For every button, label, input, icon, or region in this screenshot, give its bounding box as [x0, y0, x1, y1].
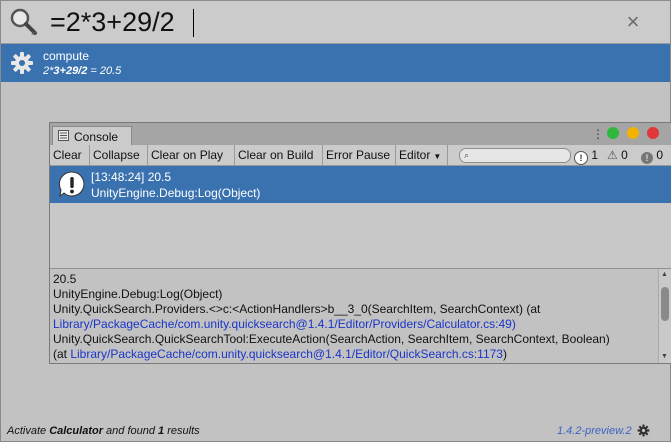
info-message-icon [58, 171, 85, 198]
search-result-item[interactable]: compute 2*3+29/2 = 20.5 [1, 44, 670, 82]
stack-trace-panel: 20.5 UnityEngine.Debug:Log(Object) Unity… [50, 269, 656, 363]
console-list-icon [58, 130, 69, 141]
info-count-toggle[interactable]: ! 1 [574, 145, 598, 165]
warning-count-toggle[interactable]: ⚠ 0 [607, 145, 628, 165]
console-tab-strip: Console ⋮ [50, 123, 671, 146]
collapse-button[interactable]: Collapse [90, 145, 148, 165]
maximize-dot-icon[interactable] [607, 127, 619, 139]
log-entry-message: [13:48:24] 20.5 [91, 170, 172, 184]
warning-count: 0 [621, 148, 628, 162]
console-window: Console ⋮ Clear Collapse Clear on Play C… [49, 122, 671, 364]
status-provider: Calculator [49, 425, 103, 437]
clear-search-button[interactable]: × [623, 11, 643, 33]
log-entry[interactable]: [13:48:24] 20.5 UnityEngine.Debug:Log(Ob… [50, 166, 671, 203]
detail-suffix: ) [502, 347, 507, 361]
detail-line: (at Library/PackageCache/com.unity.quick… [53, 347, 507, 361]
console-tab-label: Console [74, 130, 119, 144]
desc-prefix: 2* [43, 65, 54, 77]
status-text: Activate Calculator and found 1 results [7, 425, 200, 437]
console-toolbar: Clear Collapse Clear on Play Clear on Bu… [50, 145, 671, 166]
settings-gear-icon[interactable] [637, 424, 650, 437]
result-title: compute [43, 49, 90, 63]
console-log-list: [13:48:24] 20.5 UnityEngine.Debug:Log(Ob… [50, 166, 671, 268]
detail-line: 20.5 [53, 272, 77, 286]
info-icon: ! [574, 151, 588, 165]
status-suffix: results [164, 425, 200, 437]
quick-search-window: × compute 2*3+29/2 = 20.5 [0, 0, 671, 442]
result-description: 2*3+29/2 = 20.5 [43, 65, 121, 77]
status-prefix: Activate [7, 425, 50, 437]
detail-line: UnityEngine.Debug:Log(Object) [53, 287, 223, 301]
status-middle: and found [102, 425, 159, 437]
error-count-toggle[interactable]: ! 0 [641, 145, 663, 165]
kebab-menu-icon[interactable]: ⋮ [592, 127, 604, 141]
chevron-down-icon: ▼ [433, 152, 442, 161]
clear-button[interactable]: Clear [50, 145, 90, 165]
warning-icon: ⚠ [607, 148, 618, 162]
tab-console[interactable]: Console [52, 126, 132, 146]
editor-dropdown[interactable]: Editor ▼ [396, 145, 448, 165]
version-label[interactable]: 1.4.2-preview.2 [557, 425, 632, 437]
clear-on-play-button[interactable]: Clear on Play [148, 145, 235, 165]
search-bar: × [1, 1, 670, 44]
search-icon: ⌕ [464, 150, 470, 160]
log-entry-source: UnityEngine.Debug:Log(Object) [91, 186, 261, 200]
gear-icon [11, 52, 33, 74]
search-input[interactable] [50, 5, 610, 39]
desc-bold: 3+29/2 [53, 65, 88, 77]
desc-suffix: = 20.5 [87, 65, 122, 77]
console-search-input[interactable]: ⌕ [459, 148, 571, 163]
status-bar: Activate Calculator and found 1 results … [1, 421, 670, 441]
stack-trace-link[interactable]: Library/PackageCache/com.unity.quicksear… [70, 347, 503, 361]
text-caret [193, 9, 194, 37]
error-count: 0 [656, 148, 664, 162]
scroll-up-icon[interactable]: ▲ [661, 271, 668, 278]
stack-trace-link[interactable]: Library/PackageCache/com.unity.quicksear… [53, 317, 516, 331]
vertical-scrollbar[interactable]: ▲ ▼ [658, 269, 671, 363]
editor-dropdown-label: Editor [399, 148, 431, 162]
scrollbar-thumb[interactable] [661, 287, 669, 321]
search-icon [10, 8, 37, 35]
error-icon: ! [641, 152, 653, 164]
detail-line: Unity.QuickSearch.QuickSearchTool:Execut… [53, 332, 610, 346]
minimize-dot-icon[interactable] [627, 127, 639, 139]
error-pause-button[interactable]: Error Pause [323, 145, 396, 165]
detail-prefix: (at [53, 347, 71, 361]
clear-on-build-button[interactable]: Clear on Build [235, 145, 323, 165]
close-dot-icon[interactable] [647, 127, 659, 139]
scroll-down-icon[interactable]: ▼ [661, 353, 668, 360]
detail-line: Unity.QuickSearch.Providers.<>c:<ActionH… [53, 302, 541, 316]
info-count: 1 [591, 148, 599, 162]
